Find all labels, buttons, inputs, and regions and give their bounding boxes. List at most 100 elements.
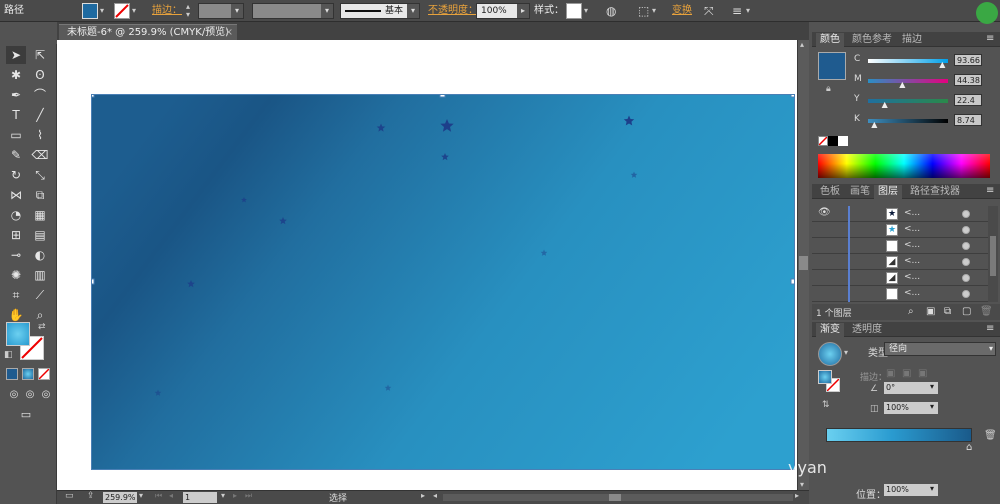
stroke-within-icon[interactable]: ▣: [886, 368, 895, 379]
channel-slider[interactable]: [868, 99, 948, 103]
panel-menu-icon[interactable]: ≡: [986, 33, 994, 44]
new-layer-icon[interactable]: ▢: [962, 306, 971, 317]
panel-menu-icon[interactable]: ≡: [986, 323, 994, 334]
black-swatch[interactable]: [828, 136, 838, 146]
reverse-gradient-icon[interactable]: ⇅: [822, 400, 830, 410]
delete-stop-icon[interactable]: 🗑︎: [984, 430, 997, 441]
panel-menu-icon[interactable]: ≡: [986, 185, 994, 196]
chevron-down-icon[interactable]: ▾: [407, 4, 419, 18]
fill-indicator[interactable]: [6, 322, 30, 346]
stroke-across-icon[interactable]: ▣: [918, 368, 927, 379]
trash-icon[interactable]: 🗑︎: [980, 306, 993, 317]
channel-value-field[interactable]: 8.74: [954, 114, 982, 126]
color-spectrum[interactable]: [818, 154, 990, 178]
variable-width-dropdown[interactable]: ▾: [252, 3, 334, 19]
scroll-left-icon[interactable]: ◂: [433, 491, 437, 500]
horizontal-scrollbar[interactable]: [443, 494, 793, 501]
target-circle-icon[interactable]: [962, 210, 970, 218]
gradient-stop-lock-icon[interactable]: ⌂: [966, 442, 972, 453]
zoom-field[interactable]: 259.9%: [103, 492, 137, 503]
draw-inside-icon[interactable]: ◎: [36, 386, 56, 404]
selection-handle[interactable]: [790, 278, 797, 285]
share-icon[interactable]: ⇪: [87, 491, 95, 501]
channel-value-field[interactable]: 93.66: [954, 54, 982, 66]
artboard-tool-icon[interactable]: ⌗: [6, 286, 26, 304]
artboard-field[interactable]: 1: [183, 492, 217, 503]
tab-transparency[interactable]: 透明度: [848, 323, 886, 337]
style-swatch[interactable]: [566, 3, 582, 19]
tab-swatches[interactable]: 色板: [816, 185, 844, 199]
selection-handle[interactable]: [88, 278, 95, 285]
layer-row[interactable]: ◢ <...: [812, 254, 988, 270]
tab-color-guide[interactable]: 颜色参考: [848, 33, 896, 47]
tab-layers[interactable]: 图层: [874, 185, 902, 199]
lock-icon[interactable]: 🔒︎: [826, 84, 831, 94]
gradient-tool-icon[interactable]: ▤: [30, 226, 50, 244]
eraser-tool-icon[interactable]: ⌫: [30, 146, 50, 164]
stroke-swatch[interactable]: [114, 3, 130, 19]
layer-row[interactable]: ★ <...: [812, 222, 988, 238]
channel-value-field[interactable]: 44.38: [954, 74, 982, 86]
last-artboard-icon[interactable]: ⏭: [245, 491, 252, 501]
tab-pathfinder[interactable]: 路径查找器: [906, 185, 964, 199]
chevron-down-icon[interactable]: ▾: [584, 3, 588, 19]
chevron-down-icon[interactable]: ▾: [100, 3, 104, 19]
target-circle-icon[interactable]: [962, 226, 970, 234]
selection-tool-icon[interactable]: ➤: [6, 46, 26, 64]
options-icon[interactable]: ≡: [732, 3, 742, 19]
gradient-rectangle-artwork[interactable]: [88, 91, 797, 470]
gradient-fill-indicator[interactable]: [818, 370, 832, 384]
layer-row[interactable]: 👁︎ ★ <...: [812, 206, 988, 222]
tab-stroke[interactable]: 描边: [898, 33, 926, 47]
layer-row[interactable]: <...: [812, 238, 988, 254]
lasso-tool-icon[interactable]: ʘ: [30, 66, 50, 84]
opacity-link[interactable]: 不透明度：: [428, 3, 478, 19]
paintbrush-tool-icon[interactable]: ⌇: [30, 126, 50, 144]
gradient-slider[interactable]: [826, 428, 972, 442]
shape-builder-tool-icon[interactable]: ◔: [6, 206, 26, 224]
vertical-scrollbar[interactable]: ▴ ▾: [797, 40, 809, 490]
free-transform-tool-icon[interactable]: ⧉: [30, 186, 50, 204]
chevron-right-icon[interactable]: ▸: [421, 491, 425, 500]
chevron-down-icon[interactable]: ▾: [930, 402, 934, 411]
chevron-down-icon[interactable]: ▾: [844, 348, 848, 357]
chevron-down-icon[interactable]: ▾: [231, 4, 243, 18]
blend-tool-icon[interactable]: ◐: [30, 246, 50, 264]
scale-tool-icon[interactable]: ⤡: [30, 166, 50, 184]
first-artboard-icon[interactable]: ⏮: [155, 491, 162, 501]
symbol-sprayer-tool-icon[interactable]: ✺: [6, 266, 26, 284]
slider-thumb[interactable]: ▲: [871, 120, 877, 129]
recolor-artwork-icon[interactable]: ◍: [606, 3, 616, 19]
scroll-down-icon[interactable]: ▾: [800, 480, 804, 489]
stroke-link[interactable]: 描边：: [152, 3, 182, 19]
layer-row[interactable]: ◢ <...: [812, 270, 988, 286]
screen-mode-icon[interactable]: ▭: [16, 406, 36, 424]
clipping-mask-icon[interactable]: ▣: [926, 306, 935, 317]
scroll-right-icon[interactable]: ▸: [795, 491, 799, 500]
none-color-swatch[interactable]: [818, 136, 828, 146]
scroll-thumb[interactable]: [609, 494, 621, 501]
layers-scrollbar[interactable]: [988, 206, 998, 302]
tab-color[interactable]: 颜色: [816, 33, 844, 47]
chevron-down-icon[interactable]: ▾: [930, 382, 934, 391]
channel-slider[interactable]: [868, 59, 948, 63]
slider-thumb[interactable]: ▲: [899, 80, 905, 89]
color-mode-button[interactable]: [6, 368, 18, 380]
scroll-up-icon[interactable]: ▴: [800, 40, 804, 49]
chevron-down-icon[interactable]: ▾: [652, 3, 656, 19]
eye-icon[interactable]: 👁︎: [818, 207, 831, 218]
selection-handle[interactable]: [790, 91, 797, 98]
chevron-down-icon[interactable]: ▾: [132, 3, 136, 19]
white-swatch[interactable]: [838, 136, 848, 146]
none-mode-button[interactable]: [38, 368, 50, 380]
close-icon[interactable]: ×: [225, 25, 233, 41]
gradient-preview[interactable]: [818, 342, 842, 366]
fill-swatch[interactable]: [82, 3, 98, 19]
isolate-icon[interactable]: ⤧: [704, 3, 714, 19]
selection-handle[interactable]: [439, 91, 446, 98]
slice-tool-icon[interactable]: ⟋: [30, 286, 50, 304]
current-fill-swatch[interactable]: [818, 52, 846, 80]
selection-handle[interactable]: [88, 91, 95, 98]
chevron-down-icon[interactable]: ▾: [989, 343, 993, 355]
pen-tool-icon[interactable]: ✒: [6, 86, 26, 104]
